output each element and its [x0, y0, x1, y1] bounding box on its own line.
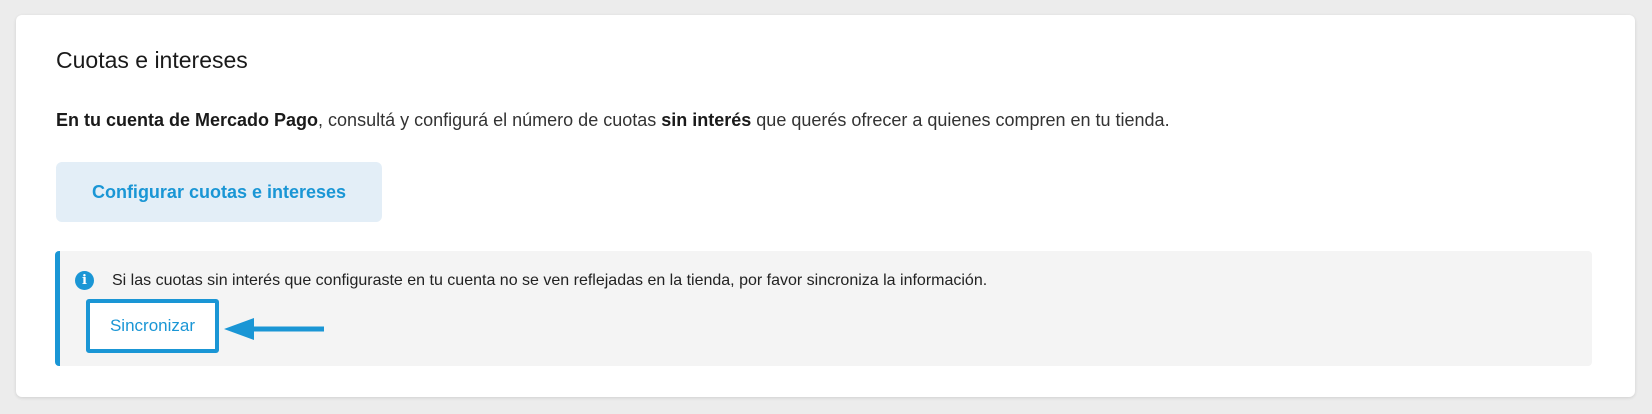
installments-card: Cuotas e intereses En tu cuenta de Merca…: [16, 15, 1635, 397]
description-bold-interest: sin interés: [661, 110, 752, 130]
description-text-2: que querés ofrecer a quienes compren en …: [751, 110, 1170, 130]
section-title: Cuotas e intereses: [56, 47, 248, 73]
info-message: Si las cuotas sin interés que configuras…: [112, 272, 988, 289]
section-description: En tu cuenta de Mercado Pago, consultá y…: [56, 110, 1170, 131]
info-icon: i: [75, 271, 94, 290]
sync-button[interactable]: Sincronizar: [90, 303, 215, 349]
sync-info-box: i Si las cuotas sin interés que configur…: [55, 251, 1592, 366]
description-text-1: , consultá y configurá el número de cuot…: [318, 110, 662, 130]
description-bold-account: En tu cuenta de Mercado Pago: [56, 110, 319, 130]
pointer-arrow-icon: [224, 318, 324, 340]
configure-installments-button[interactable]: Configurar cuotas e intereses: [56, 162, 382, 222]
